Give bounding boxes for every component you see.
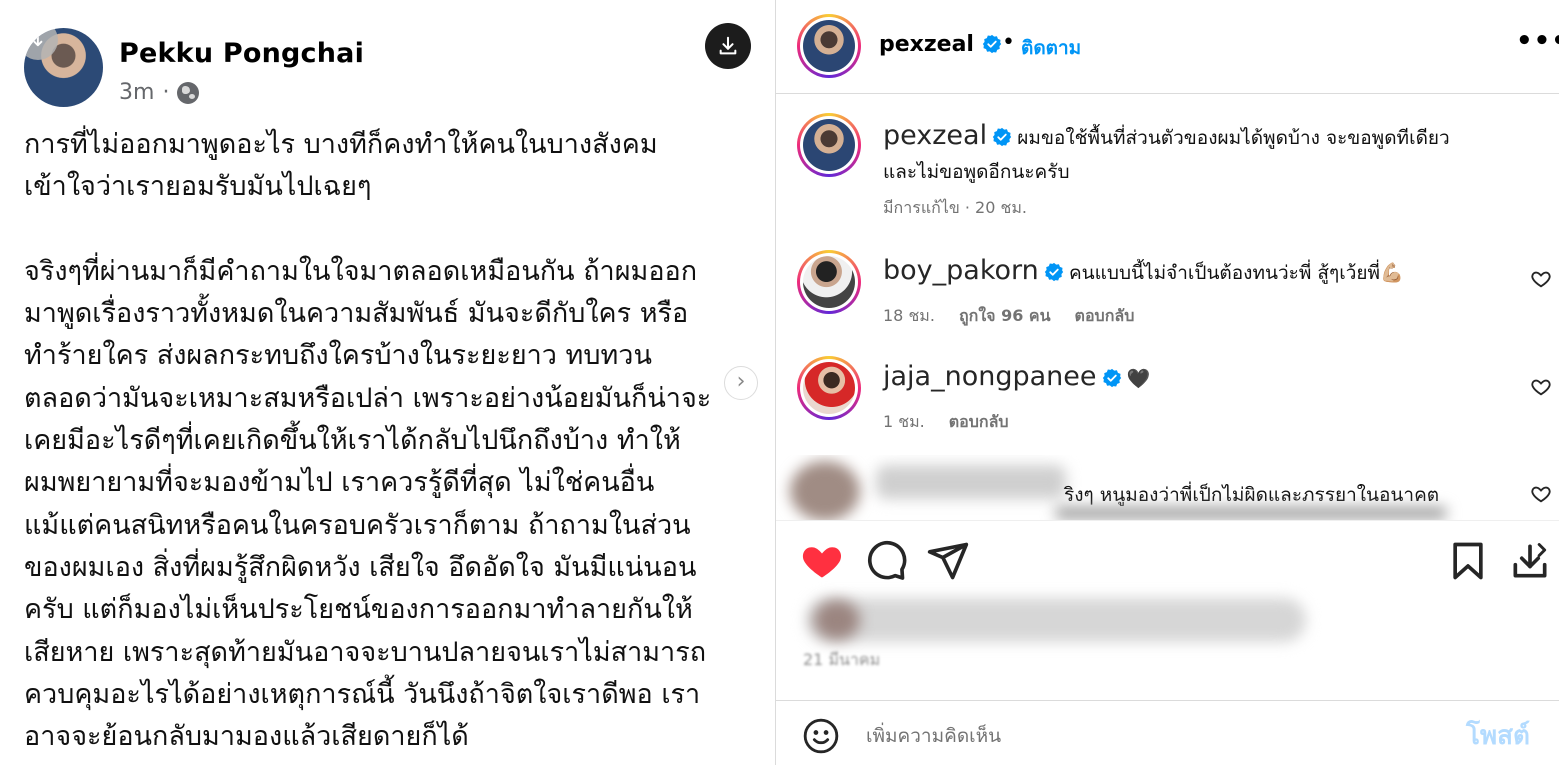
verified-badge-icon	[993, 127, 1012, 147]
caption-meta: มีการแก้ไข · 20 ชม.	[883, 198, 1027, 217]
post-time: 3m	[119, 80, 155, 105]
chevron-right-icon: ›	[736, 369, 746, 394]
caption-avatar[interactable]	[797, 113, 861, 177]
comment-line: jaja_nongpanee 🖤	[883, 361, 1150, 392]
blurred-username	[876, 465, 1066, 499]
comment-item: jaja_nongpanee 🖤 1 ชม. ตอบกลับ	[776, 356, 1559, 436]
comment-text: 🖤	[1126, 368, 1151, 390]
emoji-icon[interactable]	[802, 717, 840, 755]
heart-outline-icon[interactable]	[1530, 268, 1552, 290]
save-download-icon[interactable]	[1508, 539, 1552, 583]
comment-avatar[interactable]	[797, 356, 861, 420]
author-avatar[interactable]: ↓	[24, 28, 103, 107]
post-body-text: การที่ไม่ออกมาพูดอะไร บางทีก็คงทำให้คนใน…	[24, 129, 712, 753]
comment-line: boy_pakorn คนแบบนี้ไม่จำเป็นต้องทนว่ะพี่…	[883, 255, 1404, 288]
comment-username[interactable]: boy_pakorn	[883, 255, 1039, 286]
comment-time: 18 ชม.	[883, 306, 935, 325]
blurred-likes-row	[806, 598, 1306, 642]
blurred-likes-avatar	[814, 600, 860, 640]
add-comment-input[interactable]	[866, 719, 1426, 753]
download-icon	[719, 36, 737, 55]
share-icon[interactable]	[926, 539, 970, 583]
verified-badge-icon	[1044, 262, 1064, 282]
post-details-panel: pexzeal • ติดตาม ••• pexzeal ผมขอใช้พื้น…	[775, 0, 1559, 765]
post-date: 21 มีนาคม	[803, 650, 881, 669]
caption-text-1: ผมขอใช้พื้นที่ส่วนตัวของผมได้พูดบ้าง จะข…	[1017, 127, 1450, 149]
heart-filled-icon[interactable]	[800, 539, 844, 583]
comment-item: boy_pakorn คนแบบนี้ไม่จำเป็นต้องทนว่ะพี่…	[776, 250, 1559, 330]
author-name[interactable]: Pekku Pongchai	[119, 38, 364, 69]
comment-time: 1 ชม.	[883, 412, 925, 431]
follow-button[interactable]: ติดตาม	[1021, 33, 1081, 63]
blurred-avatar	[790, 461, 860, 520]
header-dot: •	[1002, 30, 1015, 55]
action-bar	[776, 520, 1559, 600]
caption: pexzeal ผมขอใช้พื้นที่ส่วนตัวของผมได้พูด…	[776, 110, 1559, 220]
comment-item: ริงๆ หนูมองว่าพี่เป็กไม่ผิดและภรรยาในอนา…	[776, 455, 1559, 520]
next-image-button[interactable]: ›	[724, 366, 758, 400]
verified-badge-icon	[982, 34, 1001, 54]
header-username-wrap: pexzeal	[879, 32, 1002, 57]
header-avatar[interactable]	[797, 14, 861, 78]
header-username[interactable]: pexzeal	[879, 32, 974, 57]
comment-icon[interactable]	[864, 539, 908, 583]
heart-outline-icon[interactable]	[1530, 376, 1552, 398]
download-overlay-icon: ↓	[24, 28, 58, 60]
caption-text-2: และไม่ขอพูดอีกนะครับ	[883, 161, 1070, 183]
caption-username[interactable]: pexzeal	[883, 120, 987, 151]
comment-likes[interactable]: ถูกใจ 96 คน	[959, 304, 1051, 329]
post-meta: 3m ·	[119, 80, 200, 105]
download-button[interactable]	[705, 23, 751, 69]
post-comment-button[interactable]: โพสต์	[1466, 715, 1530, 756]
verified-badge-icon	[1102, 368, 1121, 388]
comment-username[interactable]: jaja_nongpanee	[883, 361, 1097, 392]
comment-text: ริงๆ หนูมองว่าพี่เป็กไม่ผิดและภรรยาในอนา…	[1064, 484, 1440, 506]
reply-button[interactable]: ตอบกลับ	[1075, 304, 1135, 329]
comment-avatar[interactable]	[797, 250, 861, 314]
bookmark-icon[interactable]	[1446, 539, 1490, 583]
comment-meta: 18 ชม. ถูกใจ 96 คน ตอบกลับ	[883, 304, 1134, 329]
caption-line-1: pexzeal ผมขอใช้พื้นที่ส่วนตัวของผมได้พูด…	[883, 120, 1450, 153]
post-header: pexzeal • ติดตาม •••	[776, 0, 1559, 94]
blurred-text-line	[1056, 507, 1446, 519]
heart-outline-icon[interactable]	[1530, 483, 1552, 505]
comment-text: คนแบบนี้ไม่จำเป็นต้องทนว่ะพี่ สู้ๆเว้ยพี…	[1068, 262, 1404, 284]
globe-icon	[177, 81, 200, 104]
more-options-icon[interactable]: •••	[1516, 26, 1559, 56]
add-comment-bar: โพสต์	[776, 700, 1559, 765]
reply-button[interactable]: ตอบกลับ	[949, 410, 1009, 435]
meta-separator: ·	[162, 80, 170, 105]
comment-meta: 1 ชม. ตอบกลับ	[883, 410, 1009, 435]
post-image-panel: ↓ Pekku Pongchai 3m · การที่ไม่ออกมาพูดอ…	[0, 0, 775, 765]
